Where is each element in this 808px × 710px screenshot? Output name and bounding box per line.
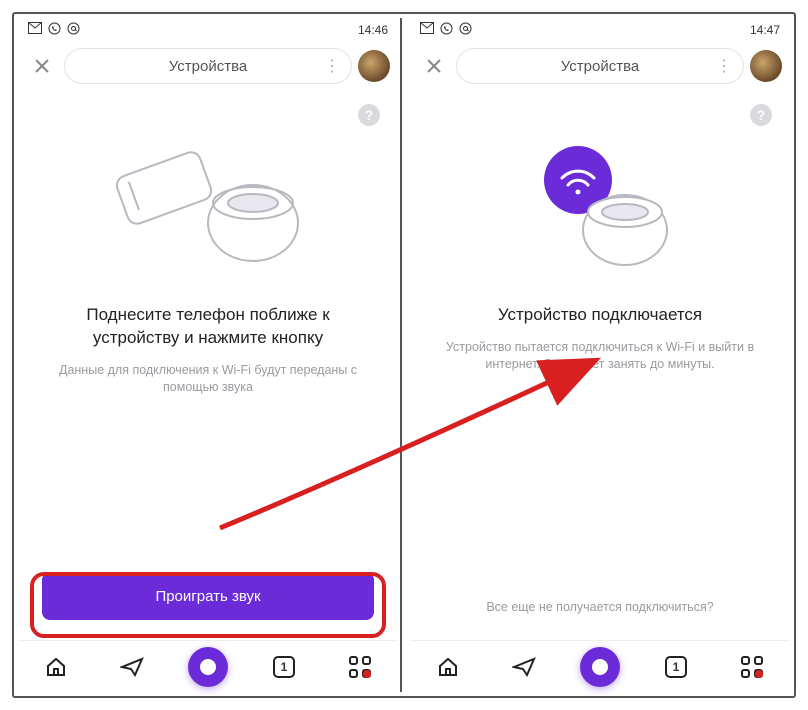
header-title-pill[interactable]: Устройства ⋮ bbox=[64, 48, 352, 84]
nav-home[interactable] bbox=[36, 647, 76, 687]
nav-alice[interactable] bbox=[188, 647, 228, 687]
mail-icon bbox=[28, 22, 42, 38]
status-bar: 14:46 bbox=[18, 18, 398, 42]
header-title-pill[interactable]: Устройства ⋮ bbox=[456, 48, 744, 84]
header-title: Устройства bbox=[561, 58, 639, 75]
content-area: ? Поднесите телефон поближе к устройству… bbox=[18, 90, 398, 640]
play-sound-label: Проиграть звук bbox=[155, 588, 260, 605]
nav-menu[interactable] bbox=[340, 647, 380, 687]
troubleshoot-link[interactable]: Все еще не получается подключиться? bbox=[434, 600, 766, 614]
nav-home[interactable] bbox=[428, 647, 468, 687]
close-button[interactable] bbox=[26, 50, 58, 82]
status-time: 14:47 bbox=[750, 23, 780, 37]
screens-divider bbox=[400, 18, 402, 692]
nav-send[interactable] bbox=[504, 647, 544, 687]
at-icon bbox=[67, 22, 80, 38]
tabs-count: 1 bbox=[665, 656, 687, 678]
illustration-wifi-speaker bbox=[434, 120, 766, 290]
phone-screen-left: 14:46 Устройства ⋮ ? bbox=[18, 18, 398, 692]
help-icon[interactable]: ? bbox=[750, 104, 772, 126]
page-heading: Поднесите телефон поближе к устройству и… bbox=[42, 304, 374, 350]
tabs-count: 1 bbox=[273, 656, 295, 678]
app-header: Устройства ⋮ bbox=[410, 42, 790, 90]
grid-icon bbox=[741, 656, 763, 678]
play-sound-button[interactable]: Проиграть звук bbox=[42, 572, 374, 620]
help-icon[interactable]: ? bbox=[358, 104, 380, 126]
page-subtext: Устройство пытается подключиться к Wi-Fi… bbox=[434, 339, 766, 374]
bottom-nav: 1 bbox=[18, 640, 398, 692]
nav-tabs[interactable]: 1 bbox=[656, 647, 696, 687]
close-button[interactable] bbox=[418, 50, 450, 82]
page-heading: Устройство подключается bbox=[434, 304, 766, 327]
header-title: Устройства bbox=[169, 58, 247, 75]
status-icons-left bbox=[28, 22, 80, 38]
bottom-nav: 1 bbox=[410, 640, 790, 692]
content-area: ? Устройство подключается Устройство пыт… bbox=[410, 90, 790, 640]
nav-menu[interactable] bbox=[732, 647, 772, 687]
avatar[interactable] bbox=[358, 50, 390, 82]
whatsapp-icon bbox=[440, 22, 453, 38]
grid-icon bbox=[349, 656, 371, 678]
illustration-phone-speaker bbox=[42, 120, 374, 290]
avatar[interactable] bbox=[750, 50, 782, 82]
nav-tabs[interactable]: 1 bbox=[264, 647, 304, 687]
more-icon[interactable]: ⋮ bbox=[324, 56, 339, 76]
status-time: 14:46 bbox=[358, 23, 388, 37]
whatsapp-icon bbox=[48, 22, 61, 38]
page-subtext: Данные для подключения к Wi-Fi будут пер… bbox=[42, 362, 374, 397]
status-icons-left bbox=[420, 22, 472, 38]
at-icon bbox=[459, 22, 472, 38]
nav-send[interactable] bbox=[112, 647, 152, 687]
app-header: Устройства ⋮ bbox=[18, 42, 398, 90]
alice-icon bbox=[580, 647, 620, 687]
mail-icon bbox=[420, 22, 434, 38]
alice-icon bbox=[188, 647, 228, 687]
nav-alice[interactable] bbox=[580, 647, 620, 687]
status-bar: 14:47 bbox=[410, 18, 790, 42]
more-icon[interactable]: ⋮ bbox=[716, 56, 731, 76]
phone-screen-right: 14:47 Устройства ⋮ ? bbox=[410, 18, 790, 692]
